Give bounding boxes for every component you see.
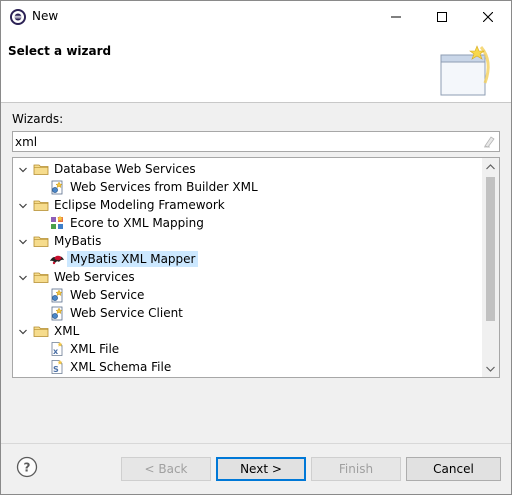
close-button[interactable]	[465, 1, 511, 33]
scroll-up-icon[interactable]	[482, 158, 499, 175]
tree-item[interactable]: Web Service Client	[13, 304, 481, 322]
new-wizard-banner-icon	[437, 41, 497, 99]
tree-item[interactable]: S XML Schema File	[13, 358, 481, 376]
tree-item-label: XML Schema File	[70, 360, 172, 374]
tree-item-label: Web Service Client	[70, 306, 183, 320]
expand-chevron-icon[interactable]	[18, 200, 28, 210]
expand-chevron-icon[interactable]	[18, 272, 28, 282]
title-bar: New	[1, 1, 511, 33]
tree-vertical-scrollbar[interactable]	[482, 158, 499, 377]
page-title: Select a wizard	[8, 44, 112, 58]
tree-item-label: Web Service	[70, 288, 145, 302]
tree-item-label: Eclipse Modeling Framework	[54, 198, 225, 212]
wizard-header: Select a wizard	[1, 33, 511, 103]
tree-category[interactable]: Eclipse Modeling Framework	[13, 196, 481, 214]
expand-chevron-icon[interactable]	[18, 164, 28, 174]
web-service-wizard-icon	[49, 287, 65, 303]
footer-separator	[1, 443, 511, 444]
folder-icon	[33, 161, 49, 177]
help-icon[interactable]: ?	[16, 456, 38, 478]
tree-item[interactable]: MyBatis XML Mapper	[13, 250, 481, 268]
folder-icon	[33, 233, 49, 249]
tree-item[interactable]: Web Services from Builder XML	[13, 178, 481, 196]
filter-field	[12, 131, 500, 152]
svg-text:S: S	[53, 365, 59, 374]
svg-text:?: ?	[24, 461, 31, 475]
cancel-button[interactable]: Cancel	[406, 457, 501, 481]
tree-item-label: MyBatis	[54, 234, 102, 248]
next-button[interactable]: Next >	[216, 457, 306, 481]
tree-category[interactable]: Database Web Services	[13, 160, 481, 178]
wizard-tree: Database Web Services Web Services from B…	[12, 157, 500, 378]
wizard-filter-input[interactable]	[15, 133, 475, 150]
clear-filter-icon[interactable]	[482, 135, 495, 148]
eclipse-icon	[10, 9, 26, 25]
xml-file-icon: x	[49, 341, 65, 357]
expand-chevron-icon[interactable]	[18, 236, 28, 246]
minimize-button[interactable]	[373, 1, 419, 33]
tree-category[interactable]: MyBatis	[13, 232, 481, 250]
folder-icon	[33, 323, 49, 339]
window-title: New	[32, 9, 59, 23]
scroll-down-icon[interactable]	[482, 360, 499, 377]
web-service-wizard-icon	[49, 179, 65, 195]
ecore-mapping-icon	[49, 215, 65, 231]
back-button[interactable]: < Back	[121, 457, 211, 481]
tree-item-label: XML File	[70, 342, 120, 356]
xml-schema-icon: S	[49, 359, 65, 375]
tree-category[interactable]: Web Services	[13, 268, 481, 286]
finish-button[interactable]: Finish	[311, 457, 401, 481]
svg-text:x: x	[53, 347, 59, 356]
maximize-button[interactable]	[419, 1, 465, 33]
tree-item-label: XML	[54, 324, 80, 338]
tree-item[interactable]: Web Service	[13, 286, 481, 304]
tree-item-label: Database Web Services	[54, 162, 196, 176]
folder-icon	[33, 197, 49, 213]
wizards-label: Wizards:	[12, 112, 64, 126]
expand-chevron-icon[interactable]	[18, 326, 28, 336]
mybatis-icon	[49, 251, 65, 267]
tree-item[interactable]: Ecore to XML Mapping	[13, 214, 481, 232]
tree-item[interactable]: x XML File	[13, 340, 481, 358]
new-wizard-dialog: New Select a wizard Wizards: xml Databas…	[0, 0, 512, 495]
tree-item-label: Web Services from Builder XML	[70, 180, 258, 194]
tree-item-label: Ecore to XML Mapping	[70, 216, 204, 230]
web-service-wizard-icon	[49, 305, 65, 321]
scroll-thumb[interactable]	[486, 177, 495, 321]
tree-category[interactable]: XML	[13, 322, 481, 340]
folder-icon	[33, 269, 49, 285]
tree-item-label: Web Services	[54, 270, 135, 284]
tree-item-label: MyBatis XML Mapper	[67, 251, 199, 267]
